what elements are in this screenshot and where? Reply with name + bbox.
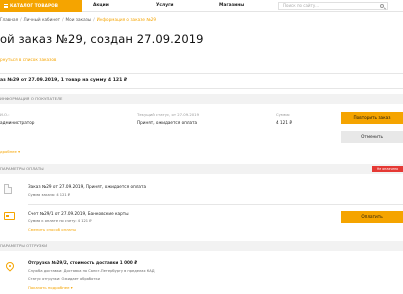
breadcrumb: Главная / Личный кабинет / Мои заказы / Информ…	[0, 16, 156, 24]
shipment-title: Отгрузка №29/2, стоимость доставки 1 000…	[28, 260, 138, 265]
chevron-down-icon: ▾	[18, 149, 20, 154]
customer-name-value: администратор	[0, 120, 35, 125]
divider	[28, 204, 403, 205]
breadcrumb-separator: /	[93, 17, 95, 22]
order-sum-label: Сумма:	[276, 112, 291, 117]
location-pin-icon	[4, 260, 16, 272]
document-icon	[4, 184, 12, 194]
customer-section-header: ИНФОРМАЦИЯ О ПОКУПАТЕЛЕ	[0, 94, 403, 104]
customer-name-label: И.О.:	[0, 112, 10, 117]
shipment-service: Служба доставки: Доставка по Санкт-Петер…	[28, 269, 155, 273]
catalog-button[interactable]: КАТАЛОГ ТОВАРОВ	[0, 0, 82, 12]
search-icon[interactable]	[380, 3, 384, 8]
nav-item-stores[interactable]: Магазины	[219, 0, 244, 12]
breadcrumb-account[interactable]: Личный кабинет	[24, 17, 61, 22]
cancel-order-button[interactable]: Отменить	[341, 131, 403, 143]
bank-card-icon	[4, 212, 15, 220]
breadcrumb-orders[interactable]: Мои заказы	[66, 17, 92, 22]
order-summary: аз №29 от 27.09.2019, 1 товар на сумму 4…	[0, 73, 403, 89]
shipment-details-link-label: Показать подробнее	[28, 285, 70, 290]
return-to-orders-link[interactable]: рнуться в список заказов	[0, 57, 56, 62]
page-title: ой заказ №29, создан 27.09.2019	[0, 32, 204, 46]
nav-item-promotions[interactable]: Акции	[93, 0, 109, 12]
breadcrumb-separator: /	[20, 17, 22, 22]
repeat-order-button[interactable]: Повторить заказ	[341, 112, 403, 124]
catalog-label: КАТАЛОГ ТОВАРОВ	[10, 3, 59, 8]
order-status-value: Принят, ожидается оплата	[137, 120, 198, 125]
invoice-line: Счет №29/1 от 27.09.2019, Банковские кар…	[28, 211, 129, 216]
chevron-down-icon: ▾	[70, 285, 73, 290]
top-navigation: КАТАЛОГ ТОВАРОВ Акции Услуги Магазины По…	[0, 0, 403, 12]
customer-details-link-label: дробнее	[0, 149, 17, 154]
menu-icon	[4, 4, 8, 8]
shipment-status: Статус отгрузки: Ожидает обработки	[28, 277, 100, 281]
search-input[interactable]: Поиск по сайту...	[278, 2, 388, 10]
breadcrumb-current: Информация о заказе №29	[96, 17, 157, 22]
payment-section-header: ПАРАМЕТРЫ ОПЛАТЫ	[0, 164, 403, 174]
payment-order-sum: Сумма заказа: 4 121 ₽	[28, 193, 71, 197]
payment-status-badge: Не оплачено	[372, 166, 403, 172]
shipment-details-link[interactable]: Показать подробнее ▾	[28, 285, 73, 290]
invoice-sum: Сумма к оплате по счету: 4 121 ₽	[28, 219, 92, 223]
change-payment-method-link[interactable]: Сменить способ оплаты	[28, 227, 76, 232]
pay-button[interactable]: Оплатить	[341, 211, 403, 223]
nav-item-services[interactable]: Услуги	[156, 0, 173, 12]
shipment-section-header: ПАРАМЕТРЫ ОТГРУЗКИ	[0, 241, 403, 251]
customer-details-link[interactable]: дробнее ▾	[0, 149, 20, 154]
order-status-label: Текущий статус, от 27.09.2019	[137, 112, 199, 117]
order-sum-value: 4 121 ₽	[276, 120, 292, 125]
payment-order-line: Заказ №29 от 27.09.2019, Принят, ожидает…	[28, 184, 147, 189]
breadcrumb-home[interactable]: Главная	[0, 17, 18, 22]
breadcrumb-separator: /	[62, 17, 64, 22]
